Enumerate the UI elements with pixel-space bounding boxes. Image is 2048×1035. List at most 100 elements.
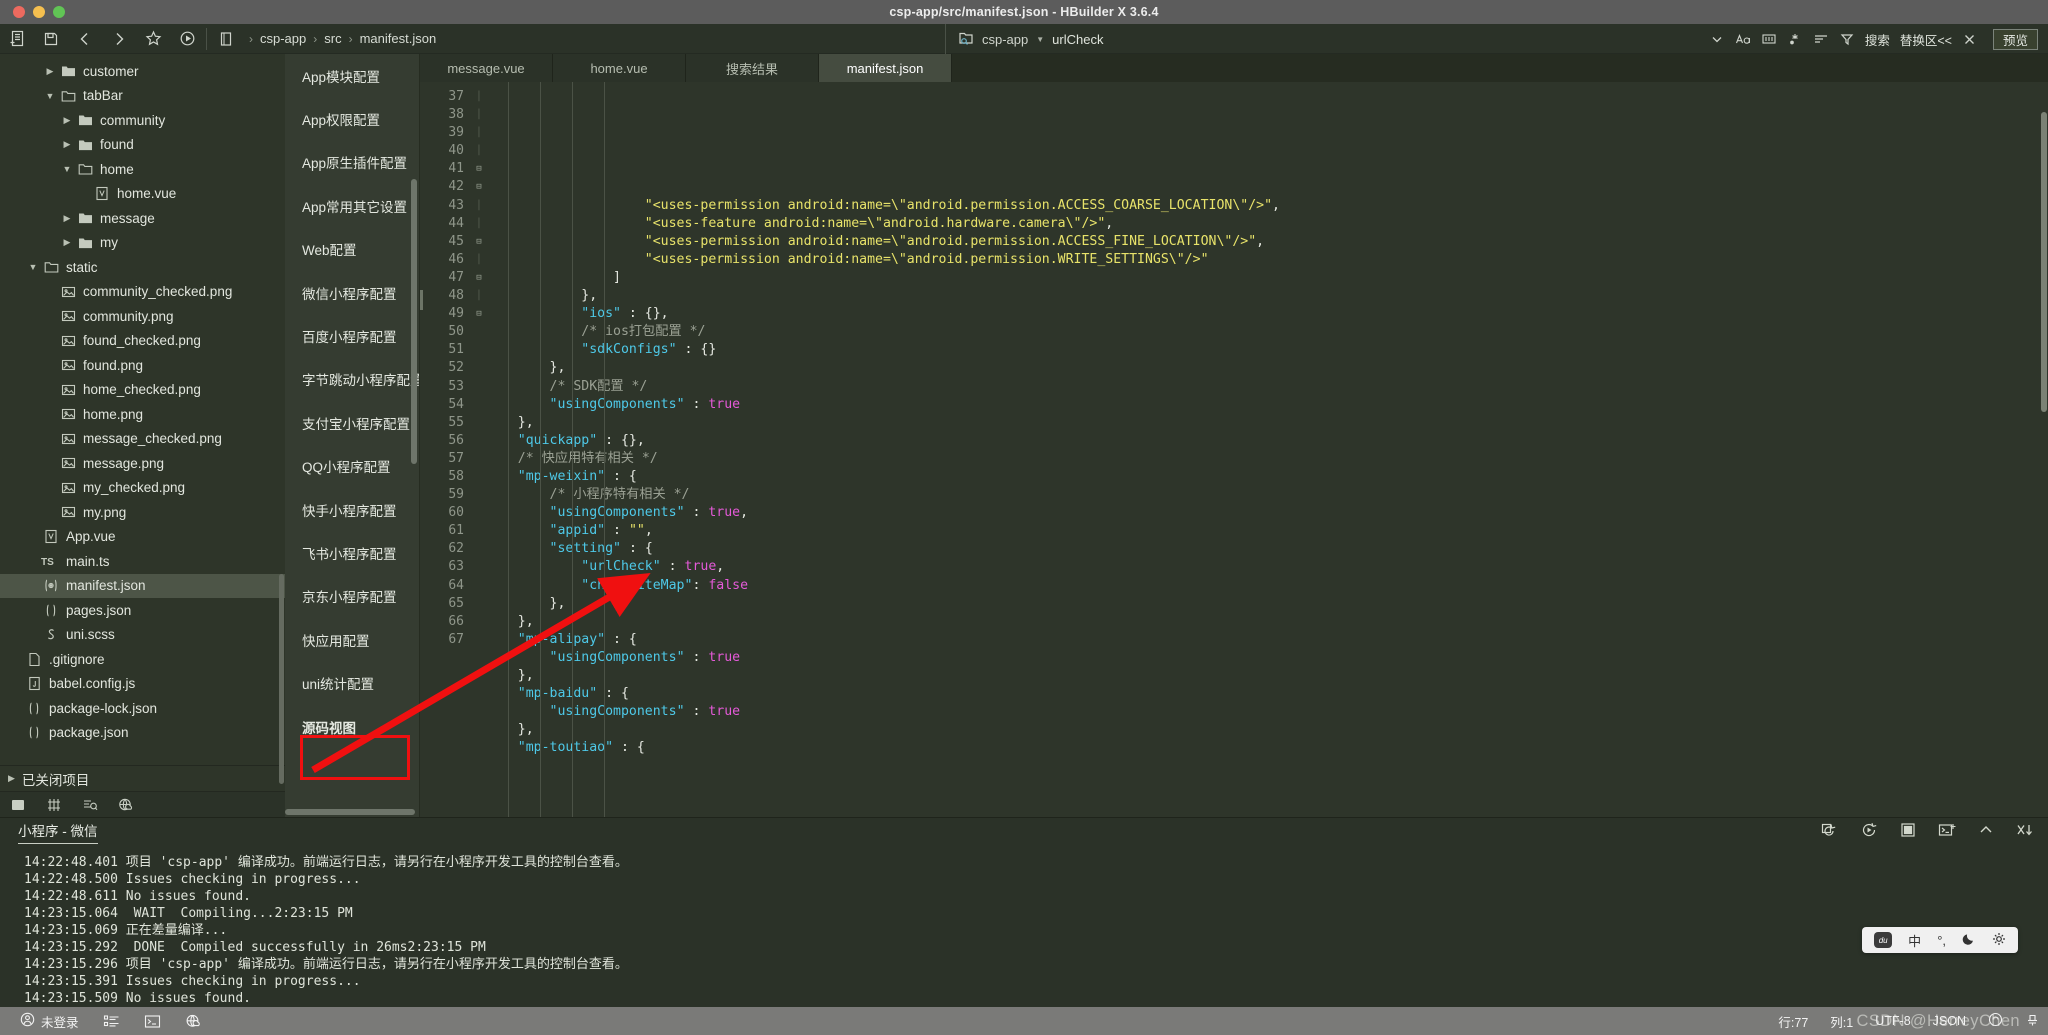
tree-item-community-png[interactable]: community.png: [0, 304, 285, 329]
editor-tab-message-vue[interactable]: message.vue: [420, 54, 553, 82]
sync-icon[interactable]: [1988, 1012, 2003, 1030]
code-line[interactable]: },: [486, 613, 2048, 631]
ime-brand-icon[interactable]: du: [1874, 932, 1893, 948]
ime-settings-gear-icon[interactable]: [1992, 932, 2006, 949]
tree-item-static[interactable]: ▼ static: [0, 255, 285, 280]
tree-item-found[interactable]: ▶ found: [0, 133, 285, 158]
fold-collapse-icon[interactable]: ⊟: [472, 269, 486, 287]
tree-item-home-checked-png[interactable]: home_checked.png: [0, 378, 285, 403]
manifest-nav-scrollbar[interactable]: [411, 179, 417, 464]
code-line[interactable]: "<uses-feature android:name=\"android.ha…: [486, 215, 2048, 233]
manifest-nav-item-3[interactable]: App常用其它设置: [285, 184, 419, 227]
cloud-services-button[interactable]: [173, 1007, 215, 1035]
tree-item-home-vue[interactable]: home.vue: [0, 182, 285, 207]
encoding-label[interactable]: UTF-8: [1875, 1014, 1910, 1028]
manifest-nav-item-14[interactable]: uni统计配置: [285, 661, 419, 704]
manifest-nav-item-10[interactable]: 快手小程序配置: [285, 488, 419, 531]
tree-item-home[interactable]: ▼ home: [0, 157, 285, 182]
code-line[interactable]: },: [486, 359, 2048, 377]
fold-collapse-icon[interactable]: ⊟: [472, 305, 486, 323]
editor-tab-bar[interactable]: message.vue home.vue 搜索结果 manifest.json: [420, 54, 2048, 82]
code-line[interactable]: /* 快应用特有相关 */: [486, 450, 2048, 468]
manifest-config-nav[interactable]: App模块配置 App权限配置 App原生插件配置 App常用其它设置 Web配置 微信小…: [285, 54, 420, 817]
search-results-icon[interactable]: [80, 794, 100, 816]
fold-guide-icon[interactable]: │: [472, 88, 486, 106]
ime-mode-label[interactable]: 中: [1908, 931, 1921, 950]
manifest-nav-item-0[interactable]: App模块配置: [285, 54, 419, 97]
tree-item-package-json[interactable]: package.json: [0, 721, 285, 746]
code-line[interactable]: /* SDK配置 */: [486, 378, 2048, 396]
tree-item--gitignore[interactable]: .gitignore: [0, 647, 285, 672]
code-line[interactable]: "mp-weixin" : {: [486, 468, 2048, 486]
fold-guide-icon[interactable]: │: [472, 215, 486, 233]
chevron-down-icon[interactable]: ▼: [42, 91, 58, 101]
code-line[interactable]: ]: [486, 269, 2048, 287]
manifest-nav-item-6[interactable]: 百度小程序配置: [285, 314, 419, 357]
tree-item-main-ts[interactable]: TS main.ts: [0, 549, 285, 574]
cloud-network-icon[interactable]: [116, 794, 136, 816]
code-line[interactable]: },: [486, 721, 2048, 739]
manifest-nav-item-8[interactable]: 支付宝小程序配置: [285, 401, 419, 444]
match-word-icon[interactable]: [1756, 24, 1782, 54]
search-button[interactable]: 搜索: [1860, 30, 1895, 49]
manifest-nav-hscrollbar[interactable]: [285, 809, 415, 815]
code-line[interactable]: "appid" : "",: [486, 522, 2048, 540]
code-line[interactable]: "<uses-permission android:name=\"android…: [486, 251, 2048, 269]
tree-item-message-checked-png[interactable]: message_checked.png: [0, 427, 285, 452]
tree-item-customer[interactable]: ▶ customer: [0, 59, 285, 84]
tree-item-message[interactable]: ▶ message: [0, 206, 285, 231]
regex-icon[interactable]: [1782, 24, 1808, 54]
code-line[interactable]: },: [486, 287, 2048, 305]
tree-item-found-png[interactable]: found.png: [0, 353, 285, 378]
console-output[interactable]: 14:22:48.401 项目 'csp-app' 编译成功。前端运行日志，请另…: [0, 846, 2048, 1007]
cursor-row[interactable]: 行:77: [1778, 1012, 1808, 1031]
close-icon[interactable]: [1957, 24, 1983, 54]
outline-icon[interactable]: [44, 794, 64, 816]
breadcrumb-item-2[interactable]: manifest.json: [360, 31, 437, 46]
chevron-right-icon[interactable]: ▶: [42, 66, 58, 77]
breadcrumb-item-0[interactable]: csp-app: [260, 31, 306, 46]
stop-icon[interactable]: [1900, 822, 1916, 843]
language-label[interactable]: JSON: [1933, 1014, 1966, 1028]
code-line[interactable]: "<uses-permission android:name=\"android…: [486, 233, 2048, 251]
fold-guide-icon[interactable]: │: [472, 124, 486, 142]
restart-icon[interactable]: [1861, 822, 1878, 843]
code-line[interactable]: },: [486, 414, 2048, 432]
new-file-icon[interactable]: [0, 24, 34, 54]
code-content[interactable]: "<uses-permission android:name=\"android…: [486, 82, 2048, 817]
fold-guide-icon[interactable]: │: [472, 251, 486, 269]
tree-item-app-vue[interactable]: App.vue: [0, 525, 285, 550]
replace-panel-button[interactable]: 替换区<<: [1895, 30, 1957, 49]
chevron-down-icon[interactable]: ▼: [59, 164, 75, 174]
fold-column[interactable]: │ │ │ │ ⊟ ⊟ │ │ ⊟ │ ⊟ │ ⊟: [472, 82, 486, 817]
tree-item-package-lock-json[interactable]: package-lock.json: [0, 696, 285, 721]
chevron-right-icon[interactable]: ▶: [59, 115, 75, 126]
code-line[interactable]: "urlCheck" : true,: [486, 558, 2048, 576]
tree-item-my[interactable]: ▶ my: [0, 231, 285, 256]
fold-collapse-icon[interactable]: ⊟: [472, 160, 486, 178]
code-line[interactable]: },: [486, 595, 2048, 613]
chevron-down-icon[interactable]: ▼: [25, 262, 41, 272]
code-line[interactable]: "usingComponents" : true: [486, 396, 2048, 414]
chevron-right-icon[interactable]: ▶: [59, 139, 75, 150]
match-case-icon[interactable]: [1730, 24, 1756, 54]
fold-collapse-icon[interactable]: ⊟: [472, 233, 486, 251]
run-icon[interactable]: [170, 24, 204, 54]
chevron-down-icon[interactable]: ▼: [1036, 35, 1044, 44]
editor-tab-home-vue[interactable]: home.vue: [553, 54, 686, 82]
tree-item-home-png[interactable]: home.png: [0, 402, 285, 427]
rerun-icon[interactable]: [1821, 822, 1839, 843]
editor-vertical-scrollbar[interactable]: [2041, 112, 2047, 412]
tree-scrollbar[interactable]: [279, 574, 284, 784]
fold-guide-icon[interactable]: │: [472, 287, 486, 305]
code-line[interactable]: "setting" : {: [486, 540, 2048, 558]
tree-item-community-checked-png[interactable]: community_checked.png: [0, 280, 285, 305]
todo-list-button[interactable]: [91, 1007, 132, 1035]
code-line[interactable]: "mp-baidu" : {: [486, 685, 2048, 703]
fold-guide-icon[interactable]: │: [472, 142, 486, 160]
new-terminal-icon[interactable]: [1938, 822, 1956, 843]
forward-icon[interactable]: [102, 24, 136, 54]
manifest-nav-item-15[interactable]: 源码视图: [285, 705, 419, 748]
cursor-col[interactable]: 列:1: [1830, 1012, 1853, 1031]
project-tree[interactable]: ▶ customer ▼ tabBar ▶ community ▶ found ▼ home hom…: [0, 54, 285, 765]
